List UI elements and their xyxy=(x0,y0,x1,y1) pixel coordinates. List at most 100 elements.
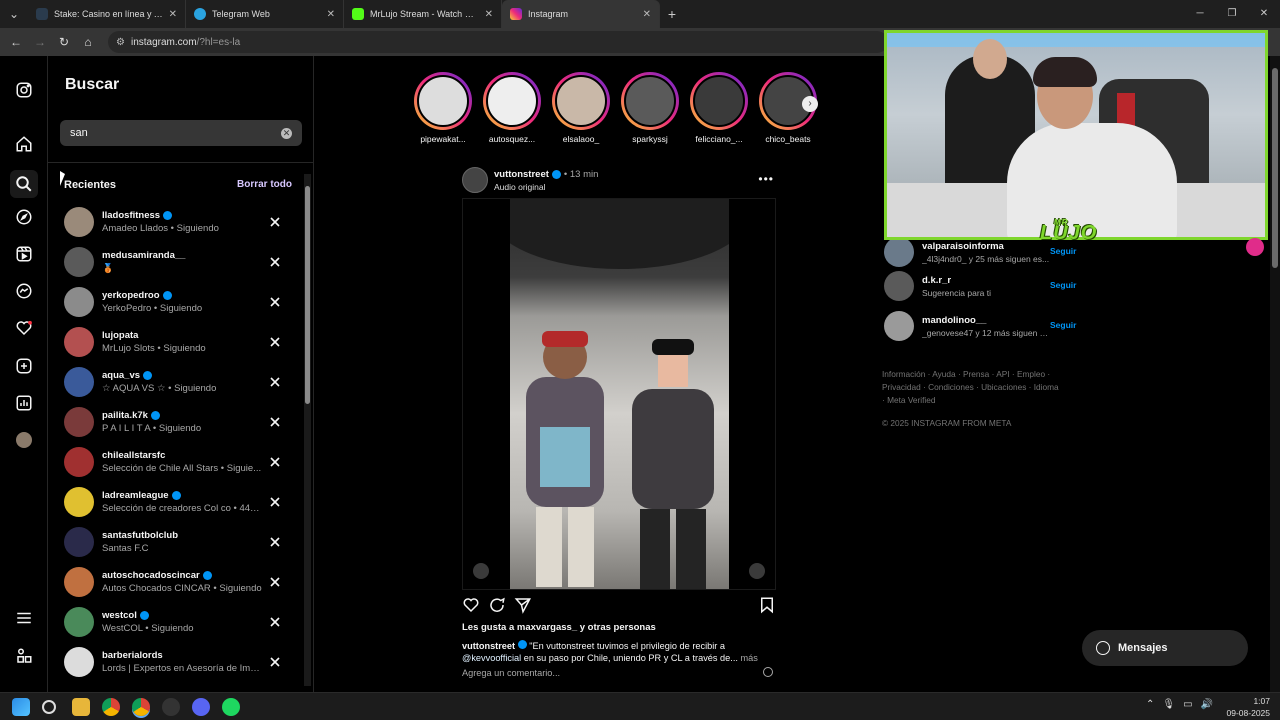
tab-stake[interactable]: Stake: Casino en línea y Apuestas ✕ xyxy=(28,0,186,28)
network-icon[interactable]: ▭ xyxy=(1183,699,1192,710)
file-explorer-icon[interactable] xyxy=(72,698,90,716)
remove-recent-icon[interactable] xyxy=(267,414,283,430)
recent-item[interactable]: aqua_vs ☆ AQUA VS ☆ • Siguiendo xyxy=(48,362,304,402)
tray-chevron-icon[interactable]: ⌃ xyxy=(1146,699,1154,710)
remove-recent-icon[interactable] xyxy=(267,374,283,390)
share-icon[interactable] xyxy=(514,596,532,614)
reload-icon[interactable]: ↻ xyxy=(54,32,74,52)
recent-item[interactable]: pailita.k7k P A I L I T A • Siguiendo xyxy=(48,402,304,442)
address-bar[interactable]: ⚙ instagram.com/?hl=es-la xyxy=(108,31,888,53)
discord-icon[interactable] xyxy=(192,698,210,716)
volume-icon[interactable]: 🔊 xyxy=(1201,699,1213,710)
follow-button[interactable]: Seguir xyxy=(1050,280,1076,290)
more-menu-icon[interactable] xyxy=(14,608,34,628)
close-window-icon[interactable]: ✕ xyxy=(1248,0,1280,28)
site-info-icon[interactable]: ⚙ xyxy=(116,37,125,48)
chrome-icon[interactable] xyxy=(102,698,120,716)
recent-item[interactable]: chileallstarsfc Selección de Chile All S… xyxy=(48,442,304,482)
remove-recent-icon[interactable] xyxy=(267,534,283,550)
search-input[interactable] xyxy=(70,127,281,139)
obs-icon[interactable] xyxy=(162,698,180,716)
post-avatar[interactable] xyxy=(462,167,488,193)
remove-recent-icon[interactable] xyxy=(267,294,283,310)
recent-item[interactable]: lladosfitness Amadeo Llados • Siguiendo xyxy=(48,202,304,242)
recent-item[interactable]: autoschocadoscincar Autos Chocados CINCA… xyxy=(48,562,304,602)
forward-icon[interactable]: → xyxy=(30,32,50,52)
remove-recent-icon[interactable] xyxy=(267,614,283,630)
caption-more-link[interactable]: más xyxy=(740,653,757,663)
explore-icon[interactable] xyxy=(14,207,34,227)
save-bookmark-icon[interactable] xyxy=(758,596,776,614)
chrome-active-icon[interactable] xyxy=(132,698,150,716)
tab-telegram[interactable]: Telegram Web ✕ xyxy=(186,0,344,28)
stories-next-icon[interactable]: › xyxy=(802,96,818,112)
clock[interactable]: 1:07 09-08-2025 xyxy=(1224,695,1270,719)
recent-item[interactable]: medusamiranda__ 🥉 xyxy=(48,242,304,282)
recent-item[interactable]: yerkopedroo YerkoPedro • Siguiendo xyxy=(48,282,304,322)
remove-recent-icon[interactable] xyxy=(267,454,283,470)
restore-icon[interactable]: ❐ xyxy=(1216,0,1248,28)
story-item[interactable]: elsalaoo_ xyxy=(552,72,610,144)
follow-button[interactable]: Seguir xyxy=(1050,246,1076,256)
close-tab-icon[interactable]: ✕ xyxy=(169,9,177,20)
recent-scrollbar[interactable] xyxy=(304,174,311,686)
emoji-icon[interactable] xyxy=(763,667,773,677)
post-username[interactable]: vuttonstreet xyxy=(494,169,549,180)
remove-recent-icon[interactable] xyxy=(267,494,283,510)
remove-recent-icon[interactable] xyxy=(267,334,283,350)
scrollbar-thumb[interactable] xyxy=(305,186,310,404)
home-icon[interactable]: ⌂ xyxy=(78,32,98,52)
caption-mention[interactable]: @kevvoofficial xyxy=(462,653,521,663)
spotify-icon[interactable] xyxy=(222,698,240,716)
close-tab-icon[interactable]: ✕ xyxy=(327,9,335,20)
page-scrollbar[interactable] xyxy=(1270,56,1280,692)
caption-username[interactable]: vuttonstreet xyxy=(462,641,515,651)
story-item[interactable]: felicciano_... xyxy=(690,72,748,144)
search-box[interactable]: ✕ xyxy=(60,120,302,146)
clear-all-button[interactable]: Borrar todo xyxy=(237,179,292,190)
comment-input[interactable]: Agrega un comentario... xyxy=(462,668,774,678)
minimize-icon[interactable]: ─ xyxy=(1184,0,1216,28)
page-scroll-thumb[interactable] xyxy=(1272,68,1278,268)
remove-recent-icon[interactable] xyxy=(267,574,283,590)
close-tab-icon[interactable]: ✕ xyxy=(643,9,651,20)
tagged-users-icon[interactable] xyxy=(473,563,489,579)
clear-search-icon[interactable]: ✕ xyxy=(281,127,292,139)
suggestion-username[interactable]: mandolinoo__ xyxy=(922,315,1050,326)
suggestion-username[interactable]: valparaisoinforma xyxy=(922,241,1050,252)
comment-icon[interactable] xyxy=(488,596,506,614)
messages-button[interactable]: Mensajes xyxy=(1082,630,1248,666)
tab-instagram[interactable]: Instagram ✕ xyxy=(502,0,660,28)
meta-apps-icon[interactable] xyxy=(14,646,34,666)
remove-recent-icon[interactable] xyxy=(267,654,283,670)
profile-avatar[interactable] xyxy=(14,430,34,450)
mute-icon[interactable] xyxy=(749,563,765,579)
messenger-icon[interactable] xyxy=(14,281,34,301)
microphone-icon[interactable]: 🎙 xyxy=(1162,699,1175,710)
recent-item[interactable]: lujopata MrLujo Slots • Siguiendo xyxy=(48,322,304,362)
tab-kick[interactable]: MrLujo Stream - Watch Live on ✕ xyxy=(344,0,502,28)
recent-item[interactable]: westcol WestCOL • Siguiendo xyxy=(48,602,304,642)
story-item[interactable]: sparkyssj xyxy=(621,72,679,144)
remove-recent-icon[interactable] xyxy=(267,214,283,230)
post-likes[interactable]: Les gusta a maxvargass_ y otras personas xyxy=(462,622,656,633)
instagram-logo-icon[interactable] xyxy=(14,80,34,100)
taskbar-search-icon[interactable] xyxy=(42,700,56,714)
home-nav-icon[interactable] xyxy=(14,134,34,154)
suggestion-username[interactable]: d.k.r_r xyxy=(922,275,1050,286)
notifications-heart-icon[interactable] xyxy=(14,318,34,338)
post-video[interactable] xyxy=(462,198,776,590)
recent-item[interactable]: ladreamleague Selección de creadores Col… xyxy=(48,482,304,522)
like-icon[interactable] xyxy=(462,596,480,614)
remove-recent-icon[interactable] xyxy=(267,254,283,270)
search-nav-icon[interactable] xyxy=(10,170,38,198)
recent-item[interactable]: santasfutbolclub Santas F.C xyxy=(48,522,304,562)
reels-icon[interactable] xyxy=(14,244,34,264)
dashboard-icon[interactable] xyxy=(14,393,34,413)
new-tab-button[interactable]: + xyxy=(660,6,684,22)
windows-start-icon[interactable] xyxy=(12,698,30,716)
close-tab-icon[interactable]: ✕ xyxy=(485,9,493,20)
tab-search-icon[interactable]: ⌄ xyxy=(0,0,28,28)
suggestion-avatar[interactable] xyxy=(884,311,914,341)
recent-item[interactable]: barberialords Lords | Expertos en Asesor… xyxy=(48,642,304,682)
